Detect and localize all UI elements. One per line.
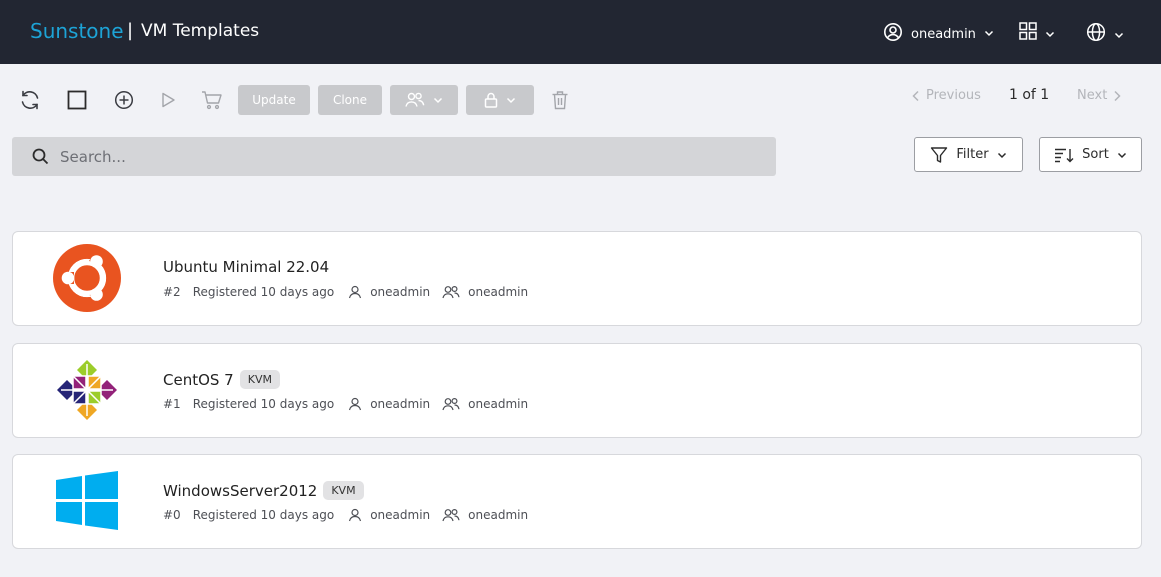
template-id: #1 [163, 397, 181, 411]
group-icon [442, 508, 460, 522]
marketplace-button[interactable] [201, 89, 223, 111]
trash-icon [552, 91, 568, 110]
hypervisor-badge: KVM [323, 481, 364, 500]
chevron-down-icon [984, 27, 994, 42]
template-card[interactable]: Ubuntu Minimal 22.04 #2 Registered 10 da… [12, 231, 1142, 326]
language-button[interactable] [1086, 22, 1124, 46]
update-button[interactable]: Update [238, 85, 310, 115]
create-button[interactable] [113, 89, 135, 111]
windows-logo-icon [51, 465, 123, 537]
next-page-button[interactable]: Next [1077, 88, 1121, 103]
chevron-down-icon [1045, 24, 1055, 43]
filter-button[interactable]: Filter [914, 137, 1023, 172]
user-name: oneadmin [911, 26, 976, 42]
group-name: oneadmin [468, 397, 529, 411]
view-switcher-button[interactable] [1019, 22, 1055, 44]
chevron-down-icon [1117, 152, 1126, 158]
grid-icon [1019, 22, 1037, 44]
template-name: WindowsServer2012 [163, 481, 318, 500]
brand-logo[interactable]: Sunstone [30, 19, 124, 43]
group-name: oneadmin [468, 285, 529, 299]
page-title: VM Templates [141, 21, 260, 41]
template-id: #0 [163, 508, 181, 522]
chevron-right-icon [1114, 90, 1121, 101]
chevron-down-icon [506, 97, 516, 104]
search-icon [32, 148, 49, 169]
lock-icon [484, 92, 498, 108]
page-info: 1 of 1 [1009, 87, 1050, 103]
owner-name: oneadmin [370, 285, 431, 299]
registered-time: Registered 10 days ago [192, 508, 335, 522]
previous-label: Previous [926, 88, 981, 103]
owner-name: oneadmin [370, 397, 431, 411]
refresh-button[interactable] [19, 89, 41, 111]
user-circle-icon [883, 22, 903, 46]
sort-icon [1055, 148, 1074, 162]
user-icon [348, 285, 362, 299]
chevron-down-icon [1114, 25, 1124, 44]
hypervisor-badge: KVM [239, 370, 280, 389]
update-label: Update [252, 93, 296, 107]
group-name: oneadmin [468, 508, 529, 522]
user-icon [348, 397, 362, 411]
filter-label: Filter [956, 147, 989, 162]
template-card[interactable]: WindowsServer2012 KVM #0 Registered 10 d… [12, 454, 1142, 549]
play-icon [162, 92, 175, 108]
sort-button[interactable]: Sort [1039, 137, 1142, 172]
ubuntu-logo-icon [51, 242, 123, 314]
cart-icon [202, 91, 222, 110]
user-menu-button[interactable]: oneadmin [883, 22, 994, 46]
template-card[interactable]: CentOS 7 KVM #1 Registered 10 days ago o… [12, 343, 1142, 438]
centos-logo-icon [51, 354, 123, 426]
group-icon [442, 397, 460, 411]
next-label: Next [1077, 88, 1108, 103]
owner-name: oneadmin [370, 508, 431, 522]
refresh-icon [21, 90, 39, 110]
registered-time: Registered 10 days ago [192, 397, 335, 411]
sort-label: Sort [1082, 147, 1109, 162]
search-bar [12, 137, 776, 176]
checkbox-icon [67, 90, 87, 110]
chevron-left-icon [912, 90, 919, 101]
previous-page-button[interactable]: Previous [912, 88, 981, 103]
filter-icon [931, 146, 948, 163]
lock-button[interactable] [466, 85, 534, 115]
template-id: #2 [163, 285, 181, 299]
template-name: Ubuntu Minimal 22.04 [163, 258, 330, 276]
search-input[interactable] [60, 137, 760, 176]
user-icon [348, 508, 362, 522]
globe-icon [1086, 22, 1106, 46]
select-all-checkbox[interactable] [66, 89, 88, 111]
delete-button[interactable] [549, 89, 571, 111]
chevron-down-icon [997, 152, 1006, 158]
chevron-down-icon [433, 97, 443, 104]
template-name: CentOS 7 [163, 370, 234, 389]
group-icon [442, 285, 460, 299]
instantiate-button[interactable] [157, 89, 179, 111]
group-icon [405, 92, 425, 107]
clone-button[interactable]: Clone [318, 85, 382, 115]
top-header: Sunstone | VM Templates oneadmin [0, 0, 1161, 64]
plus-circle-icon [114, 90, 134, 110]
change-ownership-button[interactable] [390, 85, 458, 115]
clone-label: Clone [332, 93, 368, 107]
registered-time: Registered 10 days ago [192, 285, 335, 299]
title-separator: | [127, 20, 134, 41]
